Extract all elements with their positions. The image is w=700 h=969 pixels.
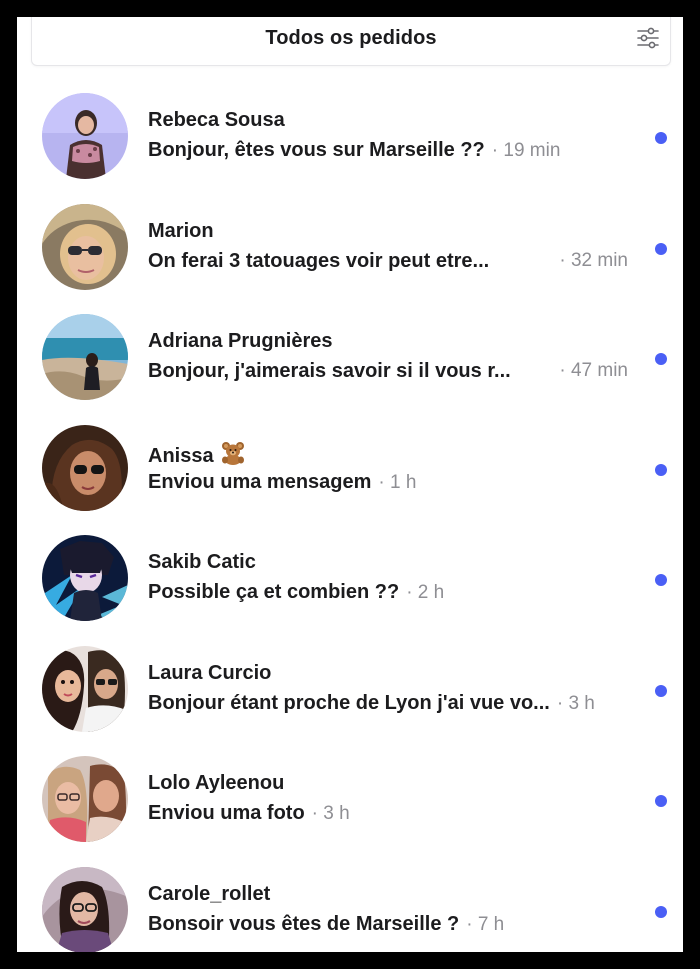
request-item[interactable]: Lolo Ayleenou Enviou uma foto · 3 h	[17, 754, 683, 865]
request-item[interactable]: Adriana Prugnières Bonjour, j'aimerais s…	[17, 312, 683, 423]
contact-name-text: Anissa	[148, 444, 214, 467]
contact-name: Carole_rollet	[148, 882, 271, 905]
avatar	[42, 424, 128, 511]
avatar	[42, 756, 128, 842]
message-preview: Possible ça et combien ?? · 2 h	[148, 581, 628, 604]
unread-indicator	[655, 905, 667, 918]
page-title: Todos os pedidos	[265, 27, 437, 49]
contact-name: Anissa	[148, 441, 246, 471]
request-item[interactable]: Rebeca Sousa Bonjour, êtes vous sur Mars…	[17, 91, 683, 202]
message-text: Bonjour étant proche de Lyon j'ai vue vo…	[148, 691, 550, 714]
message-preview: On ferai 3 tatouages voir peut etre... ·…	[148, 250, 628, 273]
unread-indicator	[655, 795, 667, 807]
contact-name: Sakib Catic	[148, 551, 256, 573]
message-text: Bonsoir vous êtes de Marseille ?	[148, 912, 460, 935]
message-text: Possible ça et combien ??	[148, 581, 400, 603]
timestamp: · 47 min	[559, 360, 628, 381]
message-preview: Enviou uma mensagem · 1 h	[148, 471, 628, 494]
filter-button[interactable]	[634, 24, 662, 52]
avatar	[42, 535, 128, 621]
timestamp: · 7 h	[466, 913, 505, 935]
avatar	[42, 314, 128, 400]
unread-indicator	[655, 353, 667, 365]
contact-name: Marion	[148, 219, 214, 242]
timestamp: · 2 h	[406, 582, 445, 603]
timestamp: · 1 h	[378, 471, 417, 493]
contact-name: Adriana Prugnières	[148, 330, 333, 352]
message-text: Enviou uma mensagem	[148, 470, 372, 493]
message-preview: Enviou uma foto · 3 h	[148, 802, 628, 825]
contact-name: Lolo Ayleenou	[148, 772, 285, 794]
timestamp: · 3 h	[311, 803, 350, 824]
unread-indicator	[655, 132, 667, 144]
avatar	[42, 866, 128, 952]
contact-name: Laura Curcio	[148, 661, 272, 684]
message-text: On ferai 3 tatouages voir peut etre...	[148, 249, 490, 272]
message-text: Enviou uma foto	[148, 802, 305, 824]
message-preview: Bonsoir vous êtes de Marseille ? · 7 h	[148, 913, 628, 936]
unread-indicator	[655, 684, 667, 697]
message-preview: Bonjour, êtes vous sur Marseille ?? · 19…	[148, 139, 628, 162]
message-text: Bonjour, j'aimerais savoir si il vous r.…	[148, 360, 511, 382]
requests-list: Rebeca Sousa Bonjour, êtes vous sur Mars…	[17, 91, 683, 952]
contact-name: Rebeca Sousa	[148, 109, 285, 131]
timestamp: · 3 h	[556, 692, 595, 714]
sliders-icon	[637, 27, 659, 49]
timestamp: · 19 min	[491, 140, 561, 161]
avatar	[42, 645, 128, 732]
app-frame: Todos os pedidos Rebeca Sousa Bonjour, ê…	[17, 17, 683, 952]
avatar	[42, 203, 128, 290]
header-bar: Todos os pedidos	[31, 17, 671, 66]
request-item[interactable]: Sakib Catic Possible ça et combien ?? · …	[17, 533, 683, 644]
teddy-bear-icon	[220, 441, 246, 471]
message-preview: Bonjour étant proche de Lyon j'ai vue vo…	[148, 692, 628, 715]
unread-indicator	[655, 574, 667, 586]
request-item[interactable]: Laura Curcio Bonjour étant proche de Lyo…	[17, 644, 683, 755]
message-text: Bonjour, êtes vous sur Marseille ??	[148, 139, 485, 161]
message-preview: Bonjour, j'aimerais savoir si il vous r.…	[148, 360, 628, 383]
unread-indicator	[655, 463, 667, 476]
request-item[interactable]: Carole_rollet Bonsoir vous êtes de Marse…	[17, 865, 683, 952]
avatar	[42, 93, 128, 179]
unread-indicator	[655, 242, 667, 255]
request-item[interactable]: Marion On ferai 3 tatouages voir peut et…	[17, 202, 683, 313]
request-item[interactable]: Anissa Enviou uma mensagem · 1 h	[17, 423, 683, 534]
timestamp: · 32 min	[559, 249, 628, 271]
